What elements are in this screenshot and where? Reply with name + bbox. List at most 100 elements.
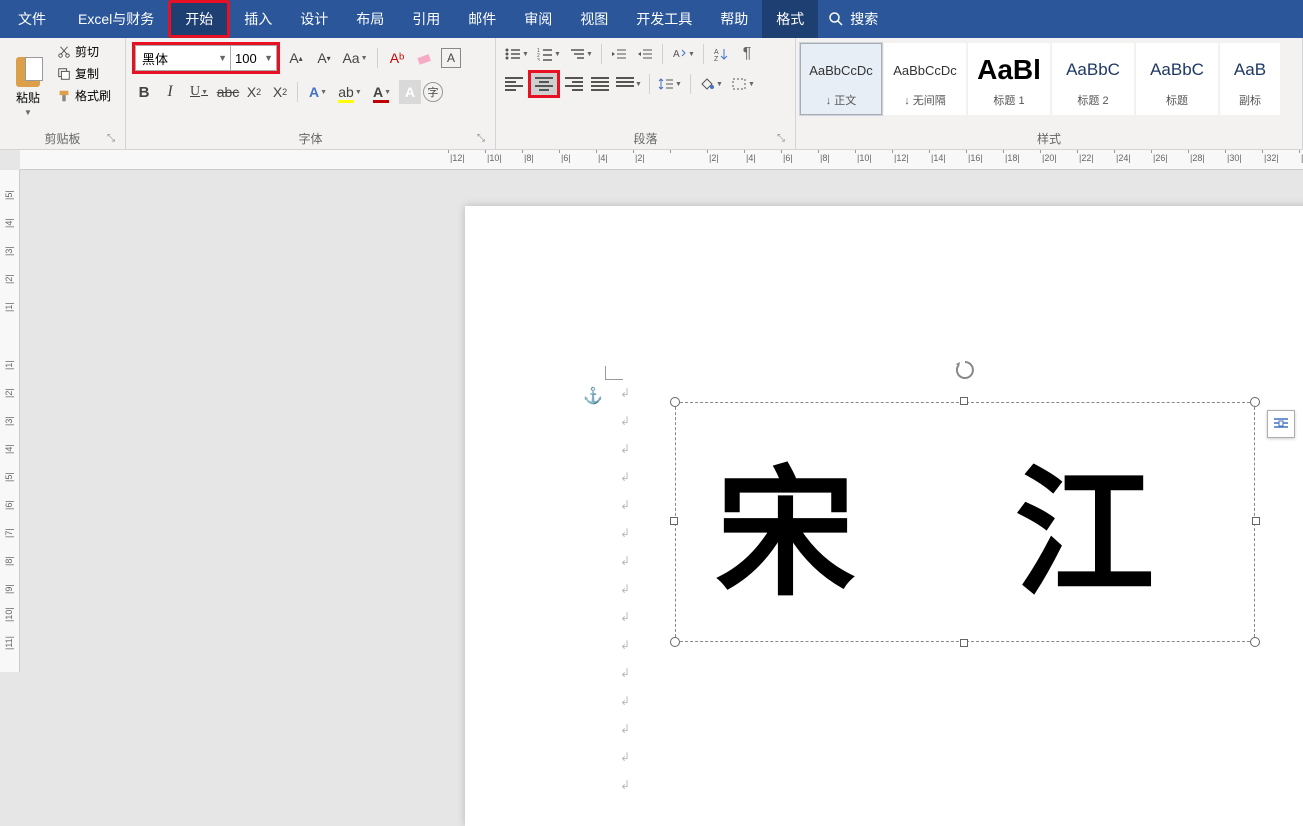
style-preview: AaBbCcDc	[809, 50, 873, 90]
tab-file[interactable]: 文件	[0, 0, 64, 38]
enclose-char-button[interactable]: 字	[423, 82, 443, 102]
font-color-button[interactable]: A▼	[367, 80, 397, 104]
clipboard-launcher[interactable]: ⤡	[105, 133, 117, 145]
handle-bottom[interactable]	[960, 639, 968, 647]
tab-design[interactable]: 设计	[286, 0, 342, 38]
style-name-label: 标题 1	[993, 92, 1024, 108]
tab-review[interactable]: 审阅	[510, 0, 566, 38]
group-paragraph: ▼ 123▼ ▼ A▼ AZ ¶ ▼ ▼ ▼	[496, 38, 796, 149]
tab-references[interactable]: 引用	[398, 0, 454, 38]
align-left-button[interactable]	[502, 72, 526, 96]
style-name-label: 标题	[1166, 92, 1188, 108]
handle-top-left[interactable]	[670, 397, 680, 407]
handle-bottom-left[interactable]	[670, 637, 680, 647]
style-heading1[interactable]: AaBl 标题 1	[968, 43, 1050, 115]
line-spacing-button[interactable]: ▼	[655, 72, 685, 96]
text-direction-button[interactable]: A▼	[668, 42, 698, 66]
indent-icon	[637, 47, 653, 61]
handle-top[interactable]	[960, 397, 968, 405]
increase-indent-button[interactable]	[633, 42, 657, 66]
bold-button[interactable]: B	[132, 80, 156, 104]
handle-top-right[interactable]	[1250, 397, 1260, 407]
vertical-ruler[interactable]: |5||4||3||2||1||1||2||3||4||5||6||7||8||…	[0, 170, 20, 672]
subscript-button[interactable]: X2	[242, 80, 266, 104]
grow-font-button[interactable]: A▴	[284, 46, 308, 70]
align-center-button[interactable]	[528, 70, 560, 98]
clipboard-group-label: 剪贴板⤡	[6, 128, 119, 147]
format-painter-button[interactable]: 格式刷	[54, 86, 114, 105]
search-box[interactable]: 搜索	[818, 0, 888, 38]
change-case-button[interactable]: Aa▼	[340, 46, 370, 70]
phonetic-guide-button[interactable]: Aᵇ	[385, 46, 409, 70]
style-gallery: AaBbCcDc↓ 正文 AaBbCcDc↓ 无间隔 AaBl 标题 1 AaBb…	[800, 40, 1298, 118]
style-preview: AaBbC	[1150, 50, 1204, 90]
brush-icon	[57, 89, 71, 103]
align-justify-button[interactable]	[588, 72, 612, 96]
paragraph-launcher[interactable]: ⤡	[775, 133, 787, 145]
copy-icon	[57, 67, 71, 81]
font-launcher[interactable]: ⤡	[475, 133, 487, 145]
cut-button[interactable]: 剪切	[54, 42, 114, 61]
layout-options-button[interactable]	[1267, 410, 1295, 438]
style-preview: AaBbCcDc	[893, 50, 957, 90]
outdent-icon	[611, 47, 627, 61]
tab-developer[interactable]: 开发工具	[622, 0, 706, 38]
tab-format[interactable]: 格式	[762, 0, 818, 38]
svg-text:Z: Z	[714, 56, 719, 61]
style-title[interactable]: AaBbC 标题	[1136, 43, 1218, 115]
font-group-label: 字体⤡	[132, 128, 489, 147]
tab-home[interactable]: 开始	[168, 0, 230, 38]
char-border-button[interactable]: A	[441, 48, 461, 68]
italic-button[interactable]: I	[158, 80, 182, 104]
text-box-content[interactable]: 宋 江	[685, 412, 1245, 632]
horizontal-ruler[interactable]: |12||10||8||6||4||2||2||4||6||8||10||12|…	[20, 150, 1303, 170]
text-box[interactable]: 宋 江	[675, 402, 1255, 642]
document-area: |12||10||8||6||4||2||2||4||6||8||10||12|…	[0, 150, 1303, 672]
clear-format-button[interactable]	[413, 46, 437, 70]
sort-icon: AZ	[713, 47, 729, 61]
paragraph-group-label: 段落⤡	[502, 128, 789, 147]
align-right-button[interactable]	[562, 72, 586, 96]
eraser-icon	[416, 50, 434, 66]
font-size-input[interactable]: 100▼	[231, 45, 277, 71]
align-distribute-button[interactable]: ▼	[614, 72, 644, 96]
style-no-spacing[interactable]: AaBbCcDc↓ 无间隔	[884, 43, 966, 115]
superscript-button[interactable]: X2	[268, 80, 292, 104]
style-subtitle[interactable]: AaB副标	[1220, 43, 1280, 115]
shrink-font-button[interactable]: A▾	[312, 46, 336, 70]
bucket-icon	[699, 77, 715, 91]
style-heading2[interactable]: AaBbC标题 2	[1052, 43, 1134, 115]
highlight-button[interactable]: ab▼	[335, 80, 365, 104]
format-painter-label: 格式刷	[75, 87, 111, 104]
char-shading-button[interactable]: A	[399, 80, 421, 104]
tab-layout[interactable]: 布局	[342, 0, 398, 38]
borders-button[interactable]: ▼	[728, 72, 758, 96]
text-effects-button[interactable]: A▼	[303, 80, 333, 104]
bullets-button[interactable]: ▼	[502, 42, 532, 66]
multilevel-button[interactable]: ▼	[566, 42, 596, 66]
style-normal[interactable]: AaBbCcDc↓ 正文	[800, 43, 882, 115]
tab-help[interactable]: 帮助	[706, 0, 762, 38]
sort-button[interactable]: AZ	[709, 42, 733, 66]
strikethrough-button[interactable]: abc	[216, 80, 240, 104]
font-name-input[interactable]: 黑体▼	[135, 45, 231, 71]
handle-left[interactable]	[670, 517, 678, 525]
bullets-icon	[505, 47, 521, 61]
handle-bottom-right[interactable]	[1250, 637, 1260, 647]
tab-mail[interactable]: 邮件	[454, 0, 510, 38]
copy-button[interactable]: 复制	[54, 64, 114, 83]
tab-excel-finance[interactable]: Excel与财务	[64, 0, 168, 38]
tab-view[interactable]: 视图	[566, 0, 622, 38]
style-preview: AaBl	[977, 50, 1041, 90]
numbering-button[interactable]: 123▼	[534, 42, 564, 66]
decrease-indent-button[interactable]	[607, 42, 631, 66]
handle-right[interactable]	[1252, 517, 1260, 525]
tab-insert[interactable]: 插入	[230, 0, 286, 38]
copy-label: 复制	[75, 65, 99, 82]
page[interactable]: ⚓ ↲↲↲↲↲↲↲↲↲↲↲↲↲↲↲ 宋 江	[465, 206, 1303, 826]
underline-button[interactable]: U▼	[184, 80, 214, 104]
paste-button[interactable]: 粘贴 ▼	[6, 42, 50, 128]
shading-button[interactable]: ▼	[696, 72, 726, 96]
rotate-handle[interactable]	[953, 358, 977, 382]
show-marks-button[interactable]: ¶	[735, 42, 759, 66]
